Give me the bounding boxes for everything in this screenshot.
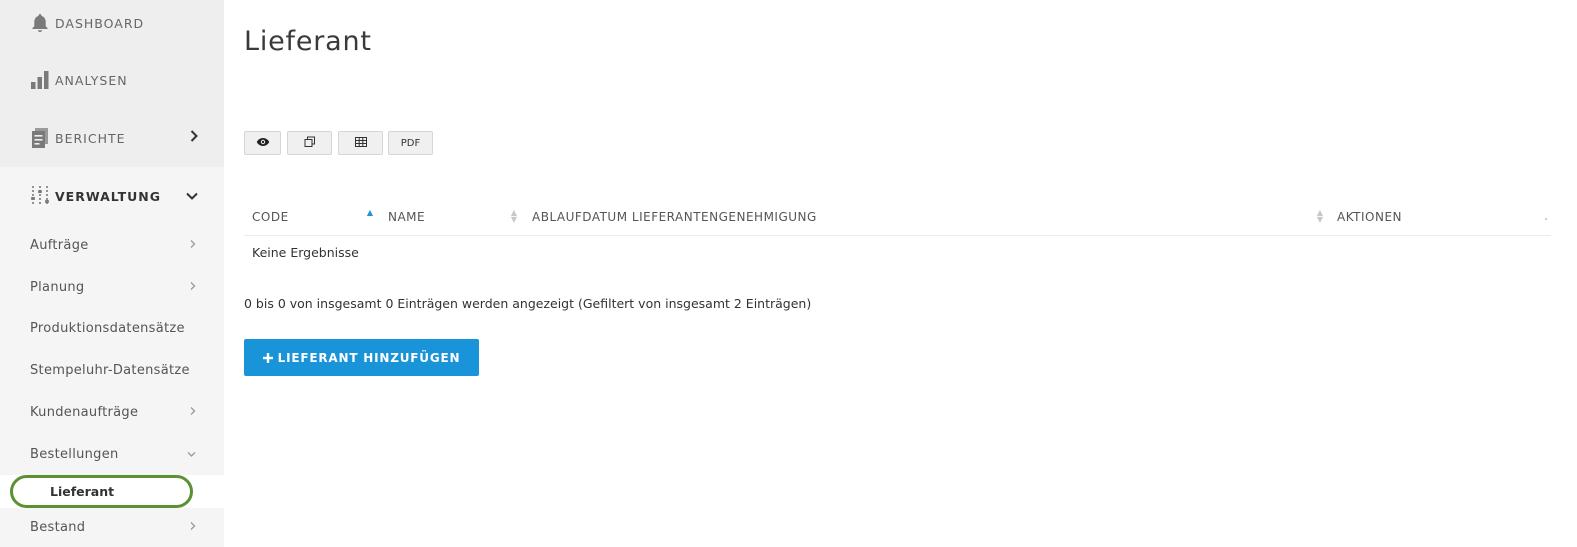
sidebar-item-label: Bestand	[30, 519, 86, 535]
sidebar-item-dashboard[interactable]: DASHBOARD	[0, 0, 224, 52]
sidebar-item-label: BERICHTE	[55, 130, 126, 146]
eye-icon	[256, 137, 270, 150]
sliders-icon	[30, 185, 50, 207]
table-scroll-indicator	[1545, 218, 1547, 220]
pdf-export-button[interactable]: PDF	[388, 131, 433, 155]
sidebar-item-lieferant[interactable]: Lieferant	[10, 475, 193, 508]
column-header-code[interactable]: CODE	[252, 208, 289, 226]
column-header-ablaufdatum[interactable]: ABLAUFDATUM LIEFERANTENGENEHMIGUNG	[532, 208, 817, 226]
column-header-label: ABLAUFDATUM LIEFERANTENGENEHMIGUNG	[532, 210, 817, 224]
column-visibility-button[interactable]	[244, 131, 281, 155]
add-button-label: LIEFERANT HINZUFÜGEN	[277, 350, 461, 365]
sidebar-item-label: Aufträge	[30, 237, 89, 253]
sidebar-item-auftraege[interactable]: Aufträge	[0, 225, 224, 265]
page-title: Lieferant	[244, 26, 372, 57]
sidebar-item-bestellungen[interactable]: Bestellungen	[0, 434, 224, 474]
chevron-right-icon	[190, 281, 196, 294]
chevron-right-icon	[190, 521, 196, 534]
sidebar-item-label: Stempeluhr-Datensätze	[30, 362, 190, 378]
sidebar-item-label: Kundenaufträge	[30, 404, 139, 420]
column-header-label: AKTIONEN	[1337, 210, 1402, 224]
sidebar-item-label: ANALYSEN	[55, 72, 128, 88]
sidebar-item-label: Bestellungen	[30, 446, 119, 462]
chevron-down-icon	[186, 188, 198, 204]
chevron-down-icon	[187, 448, 196, 461]
sidebar-item-kundenauftraege[interactable]: Kundenaufträge	[0, 392, 224, 432]
sort-both-icon[interactable]: ▲ ▼	[1315, 209, 1325, 224]
sidebar: DASHBOARD ANALYSEN BERICHTE VERWALTUNG A…	[0, 0, 224, 547]
sidebar-item-verwaltung[interactable]: VERWALTUNG	[0, 167, 224, 225]
column-header-aktionen[interactable]: AKTIONEN	[1337, 208, 1402, 226]
column-header-label: NAME	[388, 210, 426, 224]
chevron-right-icon	[190, 130, 198, 146]
table-header-divider	[244, 235, 1551, 236]
reports-icon	[30, 127, 50, 149]
chevron-right-icon	[190, 239, 196, 252]
sort-asc-icon[interactable]: ▲	[365, 209, 375, 217]
copy-button[interactable]	[287, 131, 332, 155]
sidebar-item-produktionsdatensaetze[interactable]: Produktionsdatensätze	[0, 308, 224, 348]
table-info-text: 0 bis 0 von insgesamt 0 Einträgen werden…	[244, 296, 812, 311]
sidebar-item-stempeluhr-datensaetze[interactable]: Stempeluhr-Datensätze	[0, 350, 224, 390]
sidebar-item-label: Produktionsdatensätze	[30, 320, 185, 336]
add-supplier-button[interactable]: LIEFERANT HINZUFÜGEN	[244, 339, 479, 376]
bar-chart-icon	[30, 69, 50, 91]
copy-icon	[304, 136, 316, 151]
empty-results-text: Keine Ergebnisse	[252, 245, 359, 260]
chevron-right-icon	[190, 406, 196, 419]
bell-icon	[30, 12, 50, 34]
sidebar-item-planung[interactable]: Planung	[0, 267, 224, 307]
sort-both-icon[interactable]: ▲ ▼	[509, 209, 519, 224]
column-header-label: CODE	[252, 210, 289, 224]
csv-export-button[interactable]	[338, 131, 383, 155]
sidebar-item-label: VERWALTUNG	[55, 188, 162, 204]
sidebar-item-bestand[interactable]: Bestand	[0, 507, 224, 547]
pdf-label: PDF	[400, 137, 421, 149]
sidebar-item-analysen[interactable]: ANALYSEN	[0, 51, 224, 109]
main-content: Lieferant PDF CODE ▲ NAME ▲ ▼ ABLAUFDATUM…	[224, 0, 1577, 547]
plus-icon	[262, 352, 273, 363]
sidebar-item-berichte[interactable]: BERICHTE	[0, 109, 224, 167]
table-icon	[354, 136, 367, 150]
sidebar-item-label: Lieferant	[50, 484, 115, 499]
sidebar-item-label: Planung	[30, 279, 85, 295]
sidebar-item-label: DASHBOARD	[55, 15, 145, 31]
column-header-name[interactable]: NAME	[388, 208, 425, 226]
